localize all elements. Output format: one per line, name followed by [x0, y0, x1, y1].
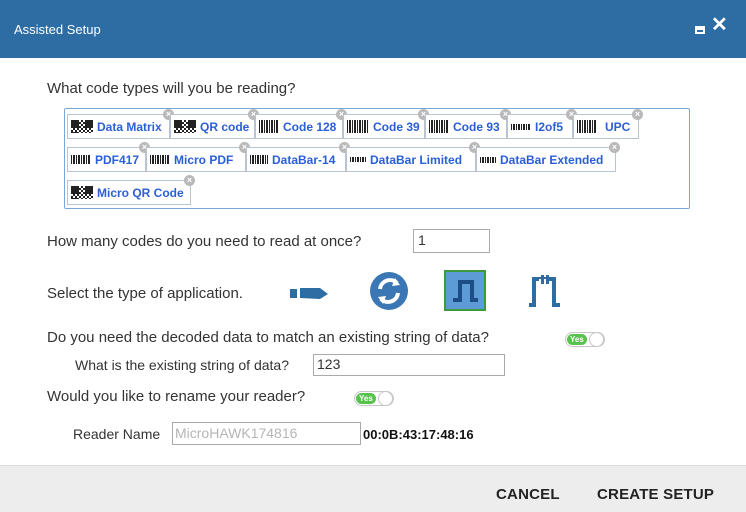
- tag-data-matrix[interactable]: Data Matrix ×: [67, 109, 174, 139]
- tag-databar-extended[interactable]: DataBar Extended ×: [476, 142, 620, 172]
- qr-code-icon: [174, 120, 196, 133]
- barcode-icon: [259, 120, 279, 133]
- match-string-toggle[interactable]: Yes: [565, 332, 605, 347]
- reader-name-label: Reader Name: [73, 426, 161, 442]
- tag-micro-pdf[interactable]: Micro PDF ×: [146, 142, 250, 172]
- rename-reader-toggle[interactable]: Yes: [354, 391, 394, 406]
- tag-upc[interactable]: UPC ×: [573, 109, 643, 139]
- rename-reader-question: Would you like to rename your reader?: [47, 388, 306, 405]
- tag-qr-code[interactable]: QR code ×: [170, 109, 259, 139]
- dialog-title: Assisted Setup: [14, 22, 101, 37]
- remove-tag-icon[interactable]: ×: [632, 109, 643, 120]
- barcode-icon: [577, 120, 597, 133]
- barcode-icon: [429, 120, 449, 133]
- close-icon[interactable]: ✕: [711, 15, 728, 35]
- code-types-question: What code types will you be reading?: [47, 80, 296, 97]
- tag-pdf417[interactable]: PDF417 ×: [67, 142, 150, 172]
- code-count-question: How many codes do you need to read at on…: [47, 233, 362, 250]
- code-types-tag-box[interactable]: Data Matrix × QR code × Code 128 × Code …: [64, 108, 690, 209]
- pulse-wave-icon: [453, 280, 478, 302]
- continuous-cycle-icon[interactable]: [369, 271, 409, 311]
- remove-tag-icon[interactable]: ×: [609, 142, 620, 153]
- barcode-icon: [347, 120, 369, 133]
- triggered-pulse-option[interactable]: [444, 270, 486, 311]
- external-trigger-wave-icon[interactable]: [526, 275, 564, 309]
- tag-databar-limited[interactable]: DataBar Limited ×: [346, 142, 480, 172]
- application-type-question: Select the type of application.: [47, 285, 243, 302]
- tag-code-93[interactable]: Code 93 ×: [425, 109, 511, 139]
- tag-code-128[interactable]: Code 128 ×: [255, 109, 347, 139]
- match-string-question: Do you need the decoded data to match an…: [47, 329, 489, 346]
- tag-code-39[interactable]: Code 39 ×: [343, 109, 429, 139]
- barcode-icon: [480, 156, 496, 163]
- dialog-titlebar: Assisted Setup ✕: [0, 0, 746, 58]
- tag-micro-qr-code[interactable]: Micro QR Code ×: [67, 175, 195, 205]
- existing-string-input[interactable]: 123: [313, 354, 505, 376]
- data-matrix-icon: [71, 120, 93, 133]
- barcode-icon: [71, 155, 91, 164]
- remove-tag-icon[interactable]: ×: [184, 175, 195, 186]
- micro-qr-code-icon: [71, 186, 93, 199]
- maximize-icon[interactable]: [695, 26, 705, 34]
- barcode-icon: [511, 123, 531, 130]
- existing-string-label: What is the existing string of data?: [75, 357, 289, 373]
- barcode-icon: [150, 155, 170, 164]
- reader-name-input[interactable]: MicroHAWK174816: [172, 422, 361, 445]
- cancel-button[interactable]: CANCEL: [496, 486, 560, 503]
- barcode-icon: [250, 155, 268, 164]
- barcode-icon: [350, 157, 366, 162]
- mac-address: 00:0B:43:17:48:16: [363, 427, 474, 442]
- dialog-footer: CANCEL CREATE SETUP: [0, 465, 746, 512]
- create-setup-button[interactable]: CREATE SETUP: [597, 486, 714, 503]
- hand-scanner-icon[interactable]: [290, 285, 332, 301]
- code-count-input[interactable]: 1: [413, 229, 490, 253]
- tag-i2of5[interactable]: I2of5 ×: [507, 109, 577, 139]
- tag-databar-14[interactable]: DataBar-14 ×: [246, 142, 350, 172]
